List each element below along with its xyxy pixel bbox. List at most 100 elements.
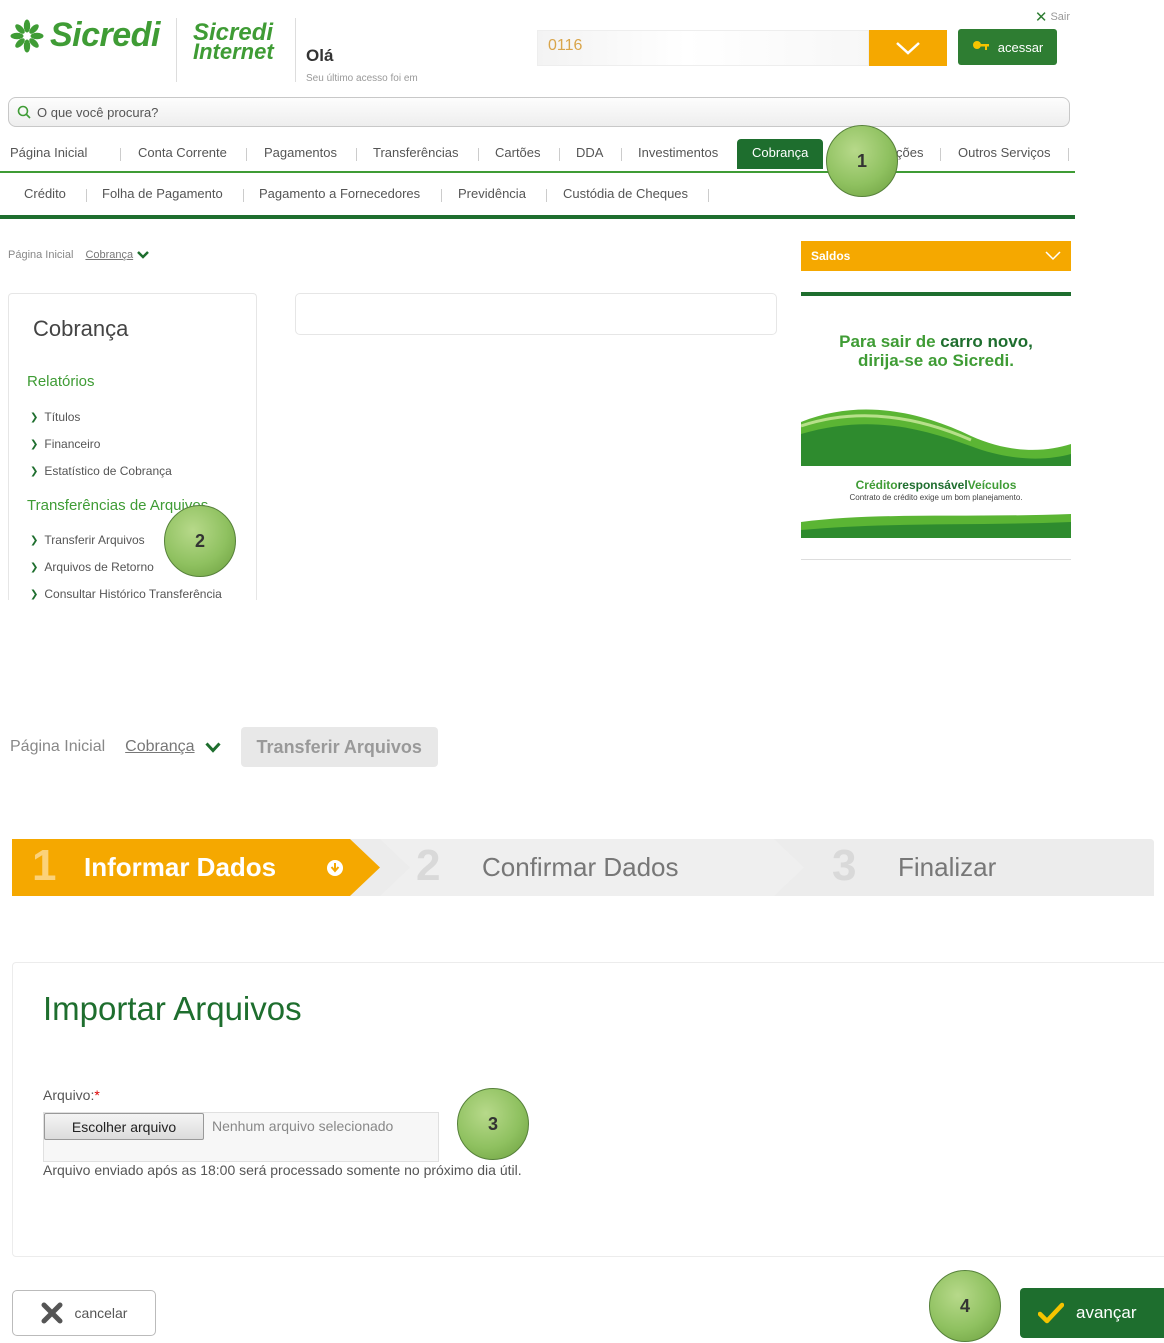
step-1-number: 1: [32, 841, 57, 890]
sidebar-cutoff: [0, 600, 270, 620]
required-mark: *: [94, 1087, 100, 1103]
sidebar-item-label: Consultar Histórico Transferência: [44, 587, 222, 601]
nav-item-outros-servicos[interactable]: Outros Serviços: [958, 137, 1050, 171]
callout-4: 4: [929, 1270, 1001, 1342]
chevron-down-icon: [204, 741, 221, 753]
wizard-steps: 1 Informar Dados 2 Confirmar Dados 3 Fin…: [12, 839, 1154, 896]
nav-separator: [441, 189, 442, 202]
sidebar-item-label: Estatístico de Cobrança: [44, 464, 172, 478]
content-box: [295, 293, 777, 335]
account-dropdown-button[interactable]: [869, 30, 947, 66]
breadcrumb-bottom: Página Inicial Cobrança Transferir Arqui…: [10, 726, 438, 768]
close-icon: ✕: [1034, 9, 1048, 26]
step-3-label: Finalizar: [898, 852, 997, 882]
sidebar-item-titulos[interactable]: ❯ Títulos: [30, 410, 80, 424]
step-1-label: Informar Dados: [84, 852, 277, 882]
breadcrumb-home[interactable]: Página Inicial: [10, 738, 105, 756]
file-input[interactable]: Escolher arquivo Nenhum arquivo selecion…: [43, 1112, 439, 1162]
ad-wave-top: [801, 409, 1071, 466]
callout-3: 3: [457, 1088, 529, 1160]
ad-line2: dirija-se ao Sicredi.: [858, 351, 1014, 370]
nav-separator: [1068, 148, 1069, 161]
sidebar-item-estatistico[interactable]: ❯ Estatístico de Cobrança: [30, 464, 172, 478]
search-input[interactable]: O que você procura?: [37, 105, 158, 120]
chevron-right-icon: ❯: [30, 561, 39, 573]
sidebar-item-label: Transferir Arquivos: [44, 533, 145, 547]
upload-note: Arquivo enviado após as 18:00 será proce…: [43, 1162, 522, 1178]
breadcrumb-cobranca-label: Cobrança: [85, 249, 134, 261]
nav-item-pagamentos[interactable]: Pagamentos: [264, 137, 337, 171]
last-access-text: Seu último acesso foi em: [306, 73, 418, 84]
subnav-item-previdencia[interactable]: Previdência: [458, 178, 526, 212]
cancel-label: cancelar: [74, 1305, 128, 1321]
subnav-item-custodia[interactable]: Custódia de Cheques: [563, 178, 688, 212]
ad-caption: CréditoresponsávelVeículos: [801, 478, 1071, 492]
key-icon: [972, 41, 989, 50]
nav-item-cartoes[interactable]: Cartões: [495, 137, 541, 171]
ad-banner[interactable]: Para sair de carro novo, dirija-se ao Si…: [801, 296, 1071, 560]
breadcrumb-current: Transferir Arquivos: [240, 727, 438, 767]
chevron-down-icon: [1045, 251, 1061, 261]
chevron-right-icon: ❯: [30, 411, 39, 423]
nav-separator: [478, 148, 479, 161]
chevron-down-icon: [137, 251, 150, 259]
sicredi-logo[interactable]: Sicredi: [10, 16, 160, 55]
login-button-label: acessar: [997, 39, 1044, 55]
callout-1: 1: [826, 125, 898, 197]
sidebar-section-relatorios: Relatórios: [27, 373, 95, 390]
nav-separator: [940, 148, 941, 161]
nav-separator: [708, 189, 709, 202]
subnav-item-folha[interactable]: Folha de Pagamento: [102, 178, 223, 212]
breadcrumb: Página Inicial Cobrança: [8, 249, 150, 261]
sidebar-item-transferir-arquivos[interactable]: ❯ Transferir Arquivos: [30, 533, 145, 547]
file-field-label-text: Arquivo:: [43, 1087, 95, 1103]
product-line2: Internet: [193, 39, 274, 64]
ad-line1-a: Para sair de: [839, 332, 941, 351]
nav-item-conta-corrente[interactable]: Conta Corrente: [138, 137, 227, 171]
account-input[interactable]: 0116: [537, 30, 869, 66]
subnav-item-credito[interactable]: Crédito: [24, 178, 66, 212]
nav-separator: [559, 148, 560, 161]
next-button[interactable]: avançar: [1020, 1288, 1164, 1338]
breadcrumb-cobranca[interactable]: Cobrança: [85, 249, 150, 261]
sicredi-internet-logo: Sicredi Internet: [193, 21, 274, 64]
logout-link[interactable]: ✕ Sair: [1035, 8, 1070, 26]
breadcrumb-cobranca[interactable]: Cobrança: [125, 738, 221, 756]
subnav-item-fornecedores[interactable]: Pagamento a Fornecedores: [259, 178, 420, 212]
chevron-down-icon: [896, 42, 920, 55]
close-icon: [41, 1302, 63, 1324]
chevron-right-icon: ❯: [30, 438, 39, 450]
sidebar-item-arquivos-retorno[interactable]: ❯ Arquivos de Retorno: [30, 560, 154, 574]
greeting: Olá: [306, 46, 334, 65]
nav-item-investimentos[interactable]: Investimentos: [638, 137, 718, 171]
nav-item-cobranca[interactable]: Cobrança: [737, 139, 824, 169]
step-3-number: 3: [832, 841, 857, 890]
nav-item-dda[interactable]: DDA: [576, 137, 603, 171]
ad-cap-b: responsável: [897, 478, 968, 492]
ad-wave-bottom: [801, 514, 1071, 538]
cancel-button[interactable]: cancelar: [12, 1290, 156, 1336]
chevron-right-icon: ❯: [30, 465, 39, 477]
header-divider: [295, 18, 296, 82]
sidebar-item-label: Financeiro: [44, 437, 101, 451]
ad-subcaption: Contrato de crédito exige um bom planeja…: [849, 493, 1023, 502]
breadcrumb-home[interactable]: Página Inicial: [8, 249, 73, 261]
search-bar[interactable]: O que você procura?: [8, 97, 1070, 127]
login-button[interactable]: acessar: [958, 29, 1057, 65]
sub-nav: Crédito Folha de Pagamento Pagamento a F…: [0, 175, 1075, 219]
sidebar-item-label: Títulos: [44, 410, 81, 424]
nav-item-transferencias[interactable]: Transferências: [373, 137, 459, 171]
sidebar-item-financeiro[interactable]: ❯ Financeiro: [30, 437, 100, 451]
sidebar-item-consultar-historico[interactable]: ❯ Consultar Histórico Transferência: [30, 587, 222, 601]
file-status: Nenhum arquivo selecionado: [212, 1118, 394, 1134]
nav-item-partial[interactable]: ções: [896, 137, 923, 171]
nav-separator: [356, 148, 357, 161]
nav-separator: [86, 189, 87, 202]
choose-file-button[interactable]: Escolher arquivo: [44, 1113, 204, 1140]
nav-item-pagina-inicial[interactable]: Página Inicial: [10, 137, 87, 171]
nav-separator: [120, 148, 121, 161]
account-selector[interactable]: 0116: [537, 30, 947, 66]
header-divider: [176, 18, 177, 82]
callout-2: 2: [164, 505, 236, 577]
saldos-bar[interactable]: Saldos: [801, 241, 1071, 271]
